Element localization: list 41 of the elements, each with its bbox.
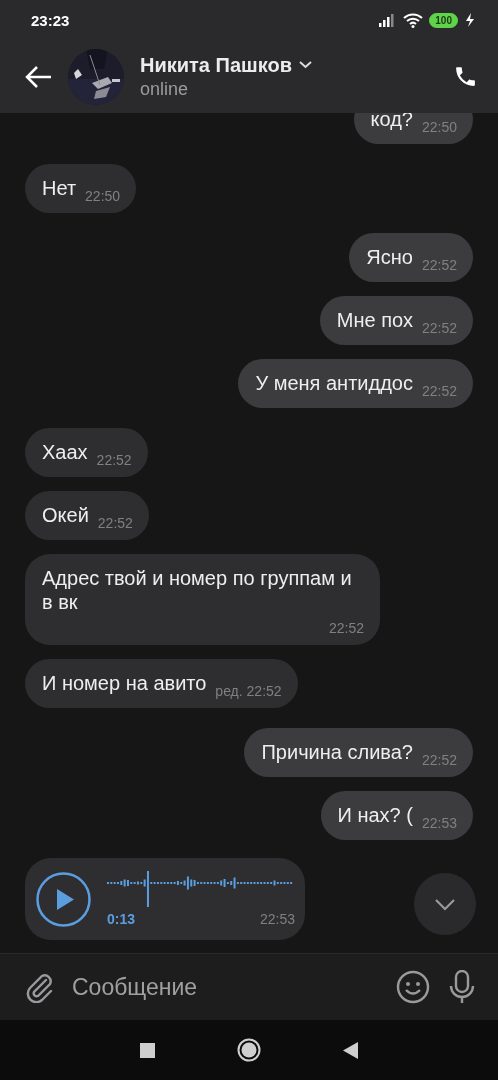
charging-icon <box>464 13 476 27</box>
message-text: У меня антиддос <box>255 371 413 395</box>
voice-duration: 0:13 <box>107 911 136 927</box>
message-text: Мне пох <box>336 308 413 332</box>
message-text: Причина слива? <box>261 740 413 764</box>
back-icon[interactable] <box>25 64 53 89</box>
recents-icon[interactable] <box>140 1042 155 1058</box>
message-text: Ясно <box>366 245 413 269</box>
message-text: Нет <box>42 176 77 200</box>
status-time: 23:23 <box>31 11 70 29</box>
chevron-down-icon <box>434 897 456 911</box>
message-time: 22:53 <box>420 814 457 832</box>
edited-time: ред. 22:52 <box>214 682 282 700</box>
chevron-down-icon[interactable] <box>298 61 312 69</box>
contact-status: online <box>140 78 189 100</box>
message-field[interactable]: Сообщение <box>72 967 378 1007</box>
message-time: 22:52 <box>96 514 133 532</box>
wifi-icon <box>403 12 424 28</box>
message-text: И номер на авито <box>42 671 207 695</box>
message-time: 22:52 <box>420 382 457 400</box>
message-text: Окей <box>42 503 89 527</box>
phone-icon[interactable] <box>453 64 478 89</box>
message-time: 22:53 <box>259 911 295 927</box>
message-text: Адрес твой и номер по группам и в вк <box>42 566 353 614</box>
back-icon[interactable] <box>343 1041 358 1059</box>
message-time: 22:52 <box>420 319 457 337</box>
contact-name[interactable]: Никита Пашков <box>140 53 292 77</box>
message-text: И нах? ( <box>337 803 413 827</box>
play-icon[interactable] <box>36 871 91 927</box>
microphone-icon[interactable] <box>448 970 476 1004</box>
message-time: 22:52 <box>420 751 457 769</box>
message-time: 22:52 <box>327 619 364 637</box>
message-time: 22:50 <box>420 118 457 136</box>
message-time: 22:52 <box>95 451 132 469</box>
message-text: Хаах <box>42 440 88 464</box>
message-time: 22:52 <box>420 256 457 274</box>
emoji-icon[interactable] <box>396 970 430 1004</box>
message-time: 22:50 <box>84 187 121 205</box>
home-icon[interactable] <box>237 1038 261 1062</box>
battery-level: 100 <box>429 12 458 28</box>
attach-icon[interactable] <box>24 971 54 1003</box>
